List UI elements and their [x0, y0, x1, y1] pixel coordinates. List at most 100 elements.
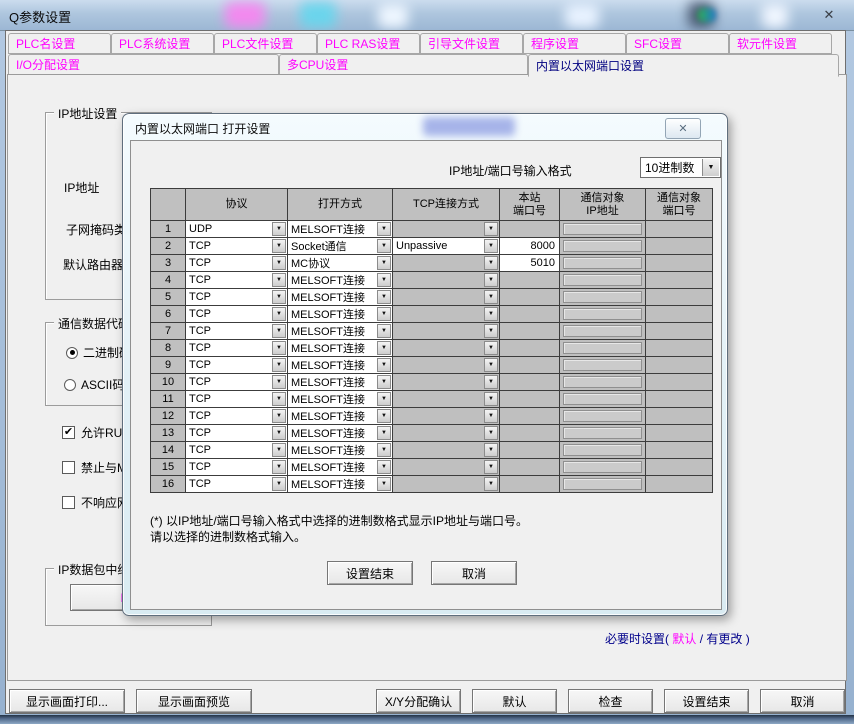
chevron-down-icon[interactable]: ▼: [377, 443, 391, 457]
tab-程序设置[interactable]: 程序设置: [523, 33, 626, 54]
footer-default-link[interactable]: 默认: [672, 632, 696, 646]
protocol-combo[interactable]: TCP▼: [186, 272, 288, 289]
bottom-button-取消[interactable]: 取消: [760, 689, 845, 713]
chevron-down-icon[interactable]: ▼: [702, 159, 719, 176]
chevron-down-icon[interactable]: ▼: [272, 443, 286, 457]
tab-多CPU设置[interactable]: 多CPU设置: [279, 54, 528, 75]
chevron-down-icon[interactable]: ▼: [484, 341, 498, 355]
tab-I/O分配设置[interactable]: I/O分配设置: [8, 54, 279, 75]
chevron-down-icon[interactable]: ▼: [484, 273, 498, 287]
tcp-mode-combo[interactable]: ▼: [393, 476, 500, 493]
chevron-down-icon[interactable]: ▼: [484, 409, 498, 423]
local-port-cell[interactable]: 5010: [500, 255, 560, 272]
chevron-down-icon[interactable]: ▼: [377, 290, 391, 304]
protocol-combo[interactable]: TCP▼: [186, 323, 288, 340]
chevron-down-icon[interactable]: ▼: [272, 375, 286, 389]
open-method-combo[interactable]: MELSOFT连接▼: [288, 391, 393, 408]
open-method-combo[interactable]: MELSOFT连接▼: [288, 425, 393, 442]
chevron-down-icon[interactable]: ▼: [377, 392, 391, 406]
protocol-combo[interactable]: TCP▼: [186, 306, 288, 323]
chevron-down-icon[interactable]: ▼: [272, 222, 286, 236]
tcp-mode-combo[interactable]: ▼: [393, 391, 500, 408]
protocol-combo[interactable]: TCP▼: [186, 408, 288, 425]
bottom-button-显示画面打印...[interactable]: 显示画面打印...: [9, 689, 125, 713]
tcp-mode-combo[interactable]: ▼: [393, 425, 500, 442]
tab-软元件设置[interactable]: 软元件设置: [729, 33, 832, 54]
protocol-combo[interactable]: TCP▼: [186, 289, 288, 306]
chevron-down-icon[interactable]: ▼: [484, 324, 498, 338]
tcp-mode-combo[interactable]: ▼: [393, 408, 500, 425]
tcp-mode-combo[interactable]: ▼: [393, 459, 500, 476]
chevron-down-icon[interactable]: ▼: [377, 460, 391, 474]
protocol-combo[interactable]: TCP▼: [186, 425, 288, 442]
open-method-combo[interactable]: MELSOFT连接▼: [288, 340, 393, 357]
window-close-button[interactable]: ✕: [816, 5, 842, 24]
bottom-button-检查[interactable]: 检查: [568, 689, 653, 713]
tcp-mode-combo[interactable]: ▼: [393, 442, 500, 459]
open-method-combo[interactable]: MELSOFT连接▼: [288, 408, 393, 425]
chevron-down-icon[interactable]: ▼: [484, 443, 498, 457]
chevron-down-icon[interactable]: ▼: [377, 358, 391, 372]
open-method-combo[interactable]: MELSOFT连接▼: [288, 442, 393, 459]
tcp-mode-combo[interactable]: ▼: [393, 289, 500, 306]
protocol-combo[interactable]: TCP▼: [186, 357, 288, 374]
tcp-mode-combo[interactable]: ▼: [393, 357, 500, 374]
chevron-down-icon[interactable]: ▼: [272, 290, 286, 304]
protocol-combo[interactable]: TCP▼: [186, 459, 288, 476]
chevron-down-icon[interactable]: ▼: [377, 324, 391, 338]
tab-PLC系统设置[interactable]: PLC系统设置: [111, 33, 214, 54]
chevron-down-icon[interactable]: ▼: [484, 375, 498, 389]
bottom-button-显示画面预览[interactable]: 显示画面预览: [136, 689, 252, 713]
dialog-close-button[interactable]: ✕: [665, 118, 701, 139]
chevron-down-icon[interactable]: ▼: [272, 358, 286, 372]
chevron-down-icon[interactable]: ▼: [272, 239, 286, 253]
chevron-down-icon[interactable]: ▼: [377, 256, 391, 270]
chevron-down-icon[interactable]: ▼: [272, 307, 286, 321]
tcp-mode-combo[interactable]: ▼: [393, 306, 500, 323]
chevron-down-icon[interactable]: ▼: [377, 341, 391, 355]
dialog-ok-button[interactable]: 设置结束: [327, 561, 413, 585]
chevron-down-icon[interactable]: ▼: [377, 222, 391, 236]
chevron-down-icon[interactable]: ▼: [484, 392, 498, 406]
chevron-down-icon[interactable]: ▼: [272, 273, 286, 287]
open-method-combo[interactable]: MELSOFT连接▼: [288, 459, 393, 476]
protocol-combo[interactable]: TCP▼: [186, 238, 288, 255]
chevron-down-icon[interactable]: ▼: [272, 409, 286, 423]
chevron-down-icon[interactable]: ▼: [484, 426, 498, 440]
tab-SFC设置[interactable]: SFC设置: [626, 33, 729, 54]
open-method-combo[interactable]: MC协议▼: [288, 255, 393, 272]
chevron-down-icon[interactable]: ▼: [377, 409, 391, 423]
open-method-combo[interactable]: MELSOFT连接▼: [288, 272, 393, 289]
chevron-down-icon[interactable]: ▼: [377, 426, 391, 440]
chevron-down-icon[interactable]: ▼: [272, 324, 286, 338]
tab-引导文件设置[interactable]: 引导文件设置: [420, 33, 523, 54]
tab-PLC文件设置[interactable]: PLC文件设置: [214, 33, 317, 54]
chevron-down-icon[interactable]: ▼: [272, 392, 286, 406]
open-method-combo[interactable]: MELSOFT连接▼: [288, 323, 393, 340]
open-method-combo[interactable]: MELSOFT连接▼: [288, 476, 393, 493]
tcp-mode-combo[interactable]: ▼: [393, 340, 500, 357]
open-method-combo[interactable]: MELSOFT连接▼: [288, 357, 393, 374]
chevron-down-icon[interactable]: ▼: [484, 358, 498, 372]
chevron-down-icon[interactable]: ▼: [272, 341, 286, 355]
tab-PLC RAS设置[interactable]: PLC RAS设置: [317, 33, 420, 54]
chevron-down-icon[interactable]: ▼: [484, 460, 498, 474]
tcp-mode-combo[interactable]: ▼: [393, 272, 500, 289]
open-method-combo[interactable]: MELSOFT连接▼: [288, 374, 393, 391]
chevron-down-icon[interactable]: ▼: [484, 477, 498, 491]
tcp-mode-combo[interactable]: ▼: [393, 323, 500, 340]
chevron-down-icon[interactable]: ▼: [484, 307, 498, 321]
format-combo[interactable]: 10进制数 ▼: [640, 157, 721, 178]
chevron-down-icon[interactable]: ▼: [272, 256, 286, 270]
footer-changed-link[interactable]: 有更改: [706, 632, 742, 646]
checkbox-不响应网[interactable]: 不响应网: [62, 494, 129, 511]
chevron-down-icon[interactable]: ▼: [484, 290, 498, 304]
open-method-combo[interactable]: Socket通信▼: [288, 238, 393, 255]
chevron-down-icon[interactable]: ▼: [377, 273, 391, 287]
open-method-combo[interactable]: MELSOFT连接▼: [288, 306, 393, 323]
chevron-down-icon[interactable]: ▼: [272, 477, 286, 491]
tab-内置以太网端口设置[interactable]: 内置以太网端口设置: [528, 54, 839, 77]
protocol-combo[interactable]: TCP▼: [186, 340, 288, 357]
open-method-combo[interactable]: MELSOFT连接▼: [288, 221, 393, 238]
tcp-mode-combo[interactable]: ▼: [393, 374, 500, 391]
